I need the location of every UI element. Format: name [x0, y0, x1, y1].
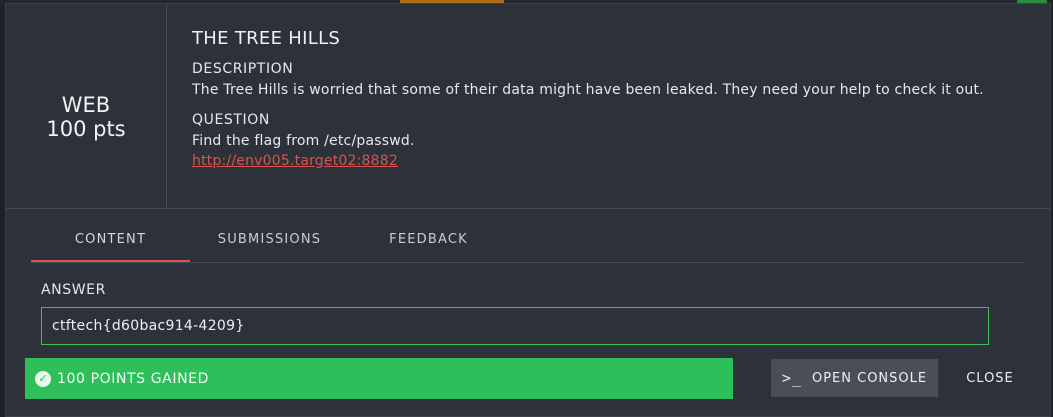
open-console-label: OPEN CONSOLE [811, 370, 928, 386]
challenge-description: The Tree Hills is worried that some of t… [192, 82, 984, 98]
question-label: QUESTION [192, 112, 270, 128]
terminal-icon: >_ [781, 369, 802, 387]
description-label: DESCRIPTION [192, 61, 294, 77]
challenge-modal: WEB 100 pts THE TREE HILLS DESCRIPTION T… [5, 3, 1051, 417]
challenge-header: WEB 100 pts THE TREE HILLS DESCRIPTION T… [6, 4, 1050, 209]
check-circle-icon: ✓ [35, 370, 51, 387]
challenge-info: THE TREE HILLS DESCRIPTION The Tree Hill… [167, 4, 1050, 208]
success-message: 100 POINTS GAINED [57, 370, 209, 387]
answer-input[interactable] [41, 307, 989, 345]
tab-bar: CONTENT SUBMISSIONS FEEDBACK [31, 219, 1025, 263]
tab-feedback[interactable]: FEEDBACK [349, 219, 508, 262]
challenge-question: Find the flag from /etc/passwd. [192, 133, 415, 149]
answer-label: ANSWER [41, 282, 106, 298]
tab-content[interactable]: CONTENT [31, 219, 190, 262]
challenge-category: WEB [61, 93, 111, 117]
success-banner: ✓ 100 POINTS GAINED [25, 358, 733, 399]
open-console-button[interactable]: >_ OPEN CONSOLE [771, 359, 938, 397]
modal-footer: ✓ 100 POINTS GAINED >_ OPEN CONSOLE CLOS… [25, 358, 1035, 400]
tab-submissions[interactable]: SUBMISSIONS [190, 219, 349, 262]
close-button[interactable]: CLOSE [955, 359, 1025, 397]
answer-section: ANSWER [6, 263, 1050, 345]
challenge-target-link[interactable]: http://env005.target02:8882 [192, 153, 398, 169]
challenge-title: THE TREE HILLS [192, 28, 341, 49]
challenge-score-panel: WEB 100 pts [6, 4, 167, 208]
challenge-points: 100 pts [46, 117, 126, 141]
